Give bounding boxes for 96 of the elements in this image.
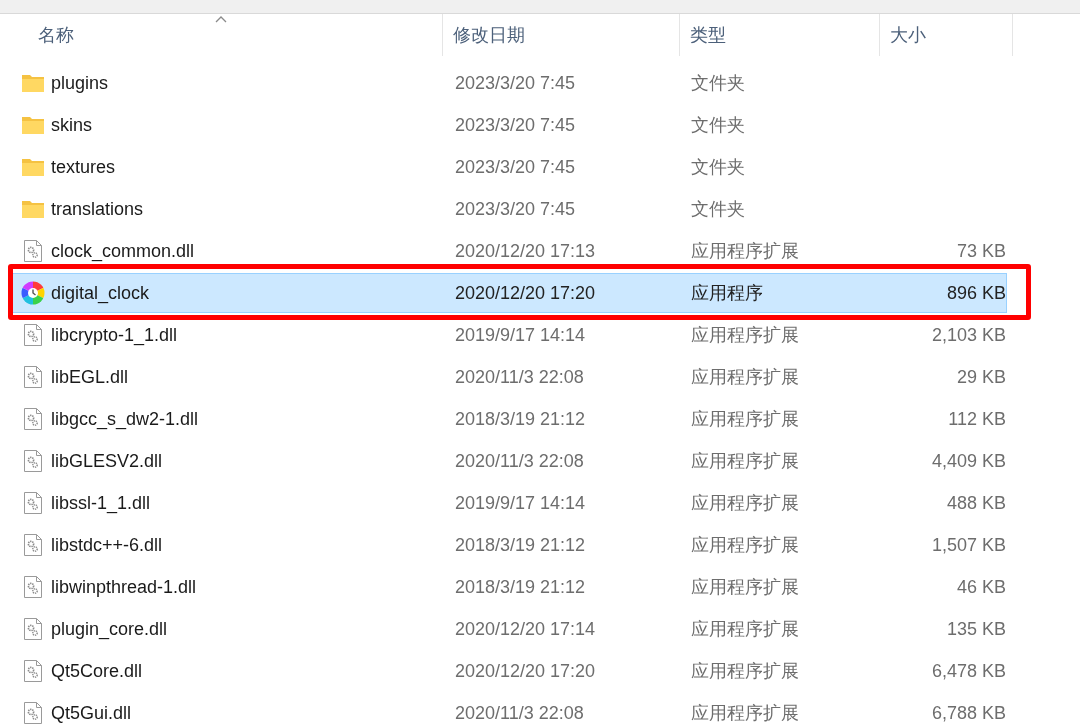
file-row[interactable]: textures 2023/3/20 7:45 文件夹 xyxy=(12,147,1007,187)
modified-date: 2020/12/20 17:20 xyxy=(454,281,597,305)
file-name: plugins xyxy=(51,71,110,95)
file-type: 文件夹 xyxy=(691,113,746,137)
settings-file-icon xyxy=(23,407,43,431)
file-row[interactable]: digital_clock 2020/12/20 17:20 应用程序 896 KB xyxy=(12,273,1007,313)
file-size: 46 KB xyxy=(955,575,1006,599)
file-row[interactable]: clock_common.dll 2020/12/20 17:13 应用程序扩展 73 KB xyxy=(12,231,1007,271)
settings-file-icon xyxy=(23,365,43,389)
settings-file-icon xyxy=(23,239,43,263)
folder-icon xyxy=(21,115,45,135)
file-type: 应用程序扩展 xyxy=(691,575,800,599)
file-type: 应用程序 xyxy=(691,281,764,305)
file-row[interactable]: translations 2023/3/20 7:45 文件夹 xyxy=(12,189,1007,229)
modified-date: 2020/11/3 22:08 xyxy=(454,365,585,389)
file-type: 应用程序扩展 xyxy=(691,407,800,431)
file-type: 应用程序扩展 xyxy=(691,491,800,515)
modified-date: 2020/12/20 17:13 xyxy=(454,239,597,263)
file-name: libGLESV2.dll xyxy=(51,449,164,473)
file-name: plugin_core.dll xyxy=(51,617,169,642)
file-name: libgcc_s_dw2-1.dll xyxy=(51,407,200,432)
file-name: digital_clock xyxy=(51,281,151,306)
folder-icon xyxy=(21,157,45,177)
file-name: skins xyxy=(51,113,93,137)
file-size: 896 KB xyxy=(945,281,1006,305)
file-type: 文件夹 xyxy=(691,71,746,95)
modified-date: 2023/3/20 7:45 xyxy=(454,155,577,179)
file-size: 73 KB xyxy=(955,239,1006,263)
file-size: 112 KB xyxy=(947,407,1006,431)
modified-date: 2019/9/17 14:14 xyxy=(454,491,587,515)
file-row[interactable]: libcrypto-1_1.dll 2019/9/17 14:14 应用程序扩展 2,103 KB xyxy=(12,315,1007,355)
file-name: textures xyxy=(51,155,117,179)
file-row[interactable]: libEGL.dll 2020/11/3 22:08 应用程序扩展 29 KB xyxy=(12,357,1007,397)
file-size: 1,507 KB xyxy=(930,533,1006,557)
settings-file-icon xyxy=(23,491,43,515)
file-size: 488 KB xyxy=(945,491,1006,515)
file-size: 29 KB xyxy=(955,365,1006,389)
file-name: clock_common.dll xyxy=(51,239,196,264)
modified-date: 2020/12/20 17:14 xyxy=(454,617,597,641)
file-row[interactable]: libGLESV2.dll 2020/11/3 22:08 应用程序扩展 4,409 KB xyxy=(12,441,1007,481)
column-header[interactable]: 类型 xyxy=(690,21,726,49)
file-size: 135 KB xyxy=(945,617,1006,641)
settings-file-icon xyxy=(23,533,43,557)
modified-date: 2023/3/20 7:45 xyxy=(454,197,577,221)
file-row[interactable]: skins 2023/3/20 7:45 文件夹 xyxy=(12,105,1007,145)
file-type: 应用程序扩展 xyxy=(691,659,800,683)
file-size: 2,103 KB xyxy=(930,323,1006,347)
file-type: 应用程序扩展 xyxy=(691,239,800,263)
file-row[interactable]: libwinpthread-1.dll 2018/3/19 21:12 应用程序扩展 46 KB xyxy=(12,567,1007,607)
file-type: 应用程序扩展 xyxy=(691,365,800,389)
file-size: 6,788 KB xyxy=(930,701,1006,725)
modified-date: 2023/3/20 7:45 xyxy=(454,71,577,95)
file-row[interactable]: Qt5Core.dll 2020/12/20 17:20 应用程序扩展 6,478 KB xyxy=(12,651,1007,691)
modified-date: 2018/3/19 21:12 xyxy=(454,407,587,431)
file-name: translations xyxy=(51,197,145,221)
file-row[interactable]: plugins 2023/3/20 7:45 文件夹 xyxy=(12,63,1007,103)
file-name: Qt5Core.dll xyxy=(51,659,144,683)
folder-icon xyxy=(21,199,45,219)
modified-date: 2020/11/3 22:08 xyxy=(454,449,585,473)
modified-date: 2023/3/20 7:45 xyxy=(454,113,577,137)
modified-date: 2019/9/17 14:14 xyxy=(454,323,587,347)
settings-file-icon xyxy=(23,449,43,473)
file-type: 应用程序扩展 xyxy=(691,449,800,473)
column-header[interactable]: 名称 xyxy=(38,21,74,49)
settings-file-icon xyxy=(23,617,43,641)
file-name: libcrypto-1_1.dll xyxy=(51,323,179,348)
file-row[interactable]: libssl-1_1.dll 2019/9/17 14:14 应用程序扩展 488 KB xyxy=(12,483,1007,523)
column-header[interactable]: 大小 xyxy=(890,21,926,49)
file-row[interactable]: libstdc++-6.dll 2018/3/19 21:12 应用程序扩展 1,507 KB xyxy=(12,525,1007,565)
modified-date: 2020/12/20 17:20 xyxy=(454,659,597,683)
file-type: 文件夹 xyxy=(691,155,746,179)
folder-icon xyxy=(21,73,45,93)
settings-file-icon xyxy=(23,575,43,599)
file-name: libEGL.dll xyxy=(51,365,130,389)
file-type: 应用程序扩展 xyxy=(691,323,800,347)
file-row[interactable]: plugin_core.dll 2020/12/20 17:14 应用程序扩展 135 KB xyxy=(12,609,1007,649)
file-name: libssl-1_1.dll xyxy=(51,491,152,516)
file-type: 应用程序扩展 xyxy=(691,701,800,725)
file-row[interactable]: Qt5Gui.dll 2020/11/3 22:08 应用程序扩展 6,788 KB xyxy=(12,693,1007,728)
modified-date: 2020/11/3 22:08 xyxy=(454,701,585,725)
file-size: 6,478 KB xyxy=(930,659,1006,683)
file-row[interactable]: libgcc_s_dw2-1.dll 2018/3/19 21:12 应用程序扩展 112 KB xyxy=(12,399,1007,439)
file-size: 4,409 KB xyxy=(930,449,1006,473)
settings-file-icon xyxy=(23,701,43,725)
settings-file-icon xyxy=(23,323,43,347)
file-name: libwinpthread-1.dll xyxy=(51,575,198,599)
file-type: 应用程序扩展 xyxy=(691,533,800,557)
settings-file-icon xyxy=(23,659,43,683)
modified-date: 2018/3/19 21:12 xyxy=(454,575,587,599)
file-name: libstdc++-6.dll xyxy=(51,533,164,557)
column-header[interactable]: 修改日期 xyxy=(453,21,525,49)
color-wheel-clock-icon xyxy=(21,281,45,305)
file-type: 文件夹 xyxy=(691,197,746,221)
file-type: 应用程序扩展 xyxy=(691,617,800,641)
modified-date: 2018/3/19 21:12 xyxy=(454,533,587,557)
file-name: Qt5Gui.dll xyxy=(51,701,133,725)
